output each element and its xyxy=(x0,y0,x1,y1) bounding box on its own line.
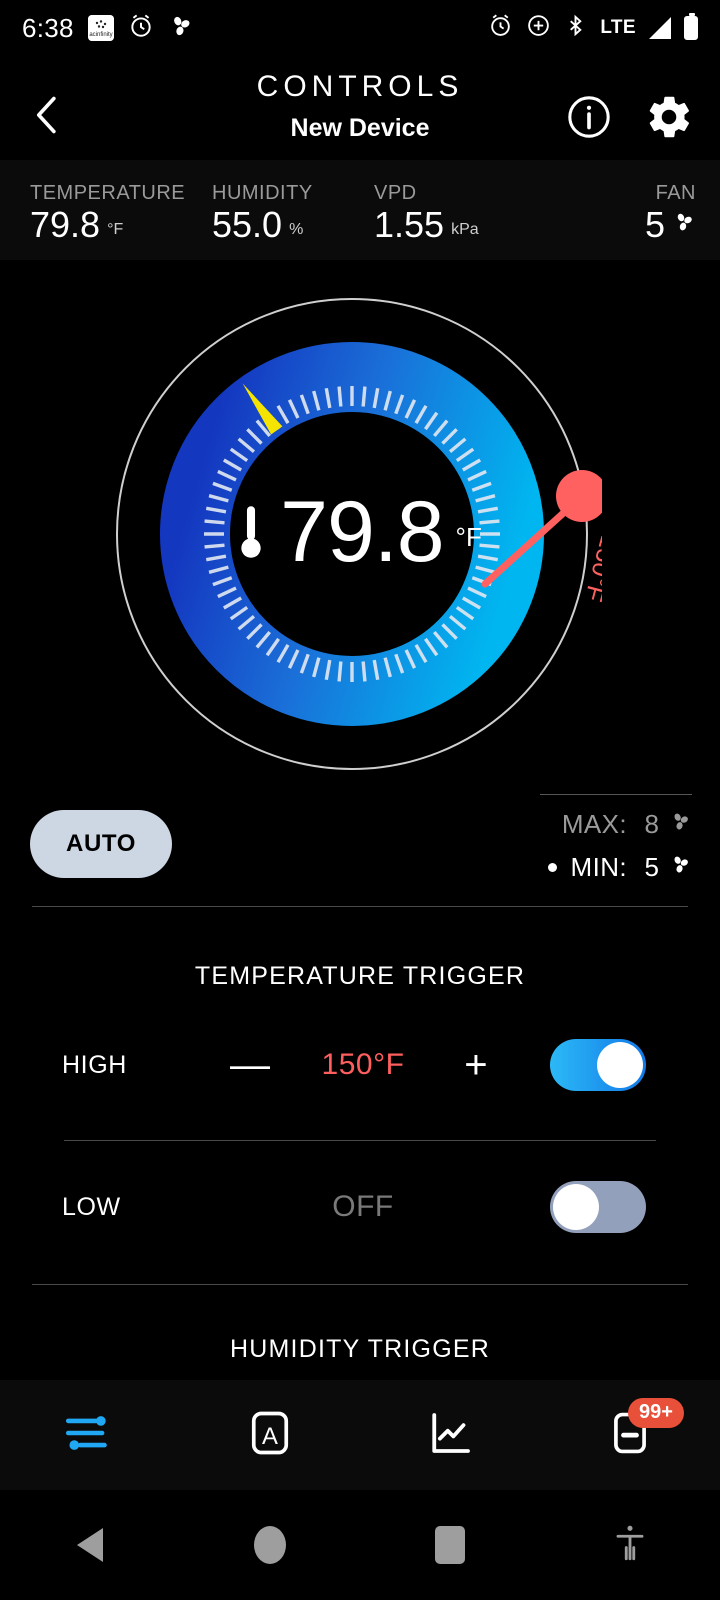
fan-min-label: MIN: xyxy=(570,852,627,882)
fan-max-row[interactable]: MAX: 8 xyxy=(442,809,692,840)
divider-above-temperature-trigger xyxy=(32,906,688,907)
low-toggle[interactable] xyxy=(550,1181,646,1233)
back-triangle-icon xyxy=(77,1528,103,1562)
toggle-knob xyxy=(553,1184,599,1230)
page-title: CONTROLS xyxy=(256,70,464,103)
sidebar-item-controls[interactable] xyxy=(0,1380,180,1490)
metric-value: 79.8 xyxy=(30,204,101,245)
high-stepper: — 150°F + xyxy=(228,1045,498,1085)
high-value[interactable]: 150°F xyxy=(322,1048,405,1082)
setpoint-label: 150°F xyxy=(579,532,602,604)
line-chart-icon xyxy=(423,1406,477,1465)
battery-icon xyxy=(684,13,698,40)
metric-label: FAN xyxy=(655,182,696,204)
alarm-icon xyxy=(128,13,154,44)
temperature-gauge[interactable]: 150°F 79.8 °F xyxy=(0,272,720,792)
fan-speed-limits: MAX: 8 MIN: 5 xyxy=(442,794,692,883)
bottom-tab-bar: A 99+ xyxy=(0,1380,720,1490)
app-screen: 6:38 acinfinity LTE CONTROLS New Device … xyxy=(0,0,720,1600)
fan-min-row[interactable]: MIN: 5 xyxy=(442,852,692,883)
humidity-trigger-title: HUMIDITY TRIGGER xyxy=(230,1335,490,1363)
fan-icon xyxy=(168,13,194,44)
temperature-high-row: HIGH — 150°F + xyxy=(0,1030,720,1100)
status-time: 6:38 xyxy=(22,12,74,43)
toggle-knob xyxy=(597,1042,643,1088)
temperature-trigger-title: TEMPERATURE TRIGGER xyxy=(194,962,526,990)
divider-above-humidity-trigger xyxy=(32,1284,688,1285)
nav-back-button[interactable] xyxy=(0,1528,180,1562)
metric-value: 55.0 xyxy=(212,204,283,245)
svg-text:A: A xyxy=(262,1422,278,1449)
letter-a-icon: A xyxy=(244,1407,296,1464)
status-bar: 6:38 acinfinity LTE xyxy=(0,0,720,56)
divider-between-high-and-low xyxy=(64,1140,656,1141)
fan-icon xyxy=(669,852,692,883)
high-increment-button[interactable]: + xyxy=(454,1045,498,1085)
metric-label: TEMPERATURE xyxy=(30,182,186,204)
sidebar-item-automation[interactable]: A xyxy=(180,1380,360,1490)
fan-max-label: MAX: xyxy=(561,809,627,839)
metric-unit: °F xyxy=(107,221,124,238)
active-indicator-dot xyxy=(547,863,557,872)
fan-icon xyxy=(672,210,696,243)
fan-max-value: 8 xyxy=(644,809,659,839)
signal-icon xyxy=(649,17,671,39)
fan-min-value: 5 xyxy=(644,852,659,882)
low-label: LOW xyxy=(62,1192,121,1221)
sidebar-item-notes[interactable]: 99+ xyxy=(540,1380,720,1490)
sliders-icon xyxy=(61,1404,119,1467)
high-decrement-button[interactable]: — xyxy=(228,1045,272,1085)
android-navigation-bar xyxy=(0,1490,720,1600)
notes-badge: 99+ xyxy=(628,1398,684,1428)
alarm-icon xyxy=(488,13,513,43)
limits-divider xyxy=(540,794,692,795)
accessibility-icon xyxy=(612,1523,648,1568)
low-stepper: OFF xyxy=(228,1190,498,1224)
auto-mode-button[interactable]: AUTO xyxy=(30,810,172,878)
temperature-low-row: LOW OFF xyxy=(0,1172,720,1242)
app-header: CONTROLS New Device xyxy=(0,56,720,160)
metrics-row: TEMPERATURE 79.8 °F HUMIDITY 55.0 % VPD … xyxy=(0,160,720,260)
high-toggle[interactable] xyxy=(550,1039,646,1091)
metric-value: 5 xyxy=(644,204,665,245)
home-circle-icon xyxy=(254,1526,286,1564)
high-label: HIGH xyxy=(62,1050,127,1079)
nav-home-button[interactable] xyxy=(180,1526,360,1564)
metric-humidity: HUMIDITY 55.0 % xyxy=(212,182,313,243)
device-name: New Device xyxy=(290,114,430,142)
network-type-label: LTE xyxy=(600,17,636,38)
nav-accessibility-button[interactable] xyxy=(540,1523,720,1568)
svg-text:acinfinity: acinfinity xyxy=(89,32,112,38)
bluetooth-icon xyxy=(564,13,587,43)
sidebar-item-chart[interactable] xyxy=(360,1380,540,1490)
low-value[interactable]: OFF xyxy=(228,1190,498,1224)
recents-square-icon xyxy=(435,1526,465,1564)
metric-unit: kPa xyxy=(451,221,479,238)
metric-temperature: TEMPERATURE 79.8 °F xyxy=(30,182,185,243)
app-notification-icon: acinfinity xyxy=(87,15,114,41)
metric-vpd: VPD 1.55 kPa xyxy=(374,182,479,243)
info-button[interactable] xyxy=(566,94,612,140)
metric-fan: FAN 5 xyxy=(645,182,696,243)
status-bar-left: 6:38 acinfinity xyxy=(22,13,194,44)
status-bar-right: LTE xyxy=(488,13,698,43)
fan-icon xyxy=(669,809,692,840)
metric-unit: % xyxy=(289,221,304,238)
metric-label: VPD xyxy=(374,182,417,204)
settings-button[interactable] xyxy=(644,92,694,142)
nav-recents-button[interactable] xyxy=(360,1526,540,1564)
metric-label: HUMIDITY xyxy=(212,182,313,204)
circle-plus-icon xyxy=(526,13,551,43)
auto-mode-label: AUTO xyxy=(66,830,136,857)
metric-value: 1.55 xyxy=(374,204,445,245)
